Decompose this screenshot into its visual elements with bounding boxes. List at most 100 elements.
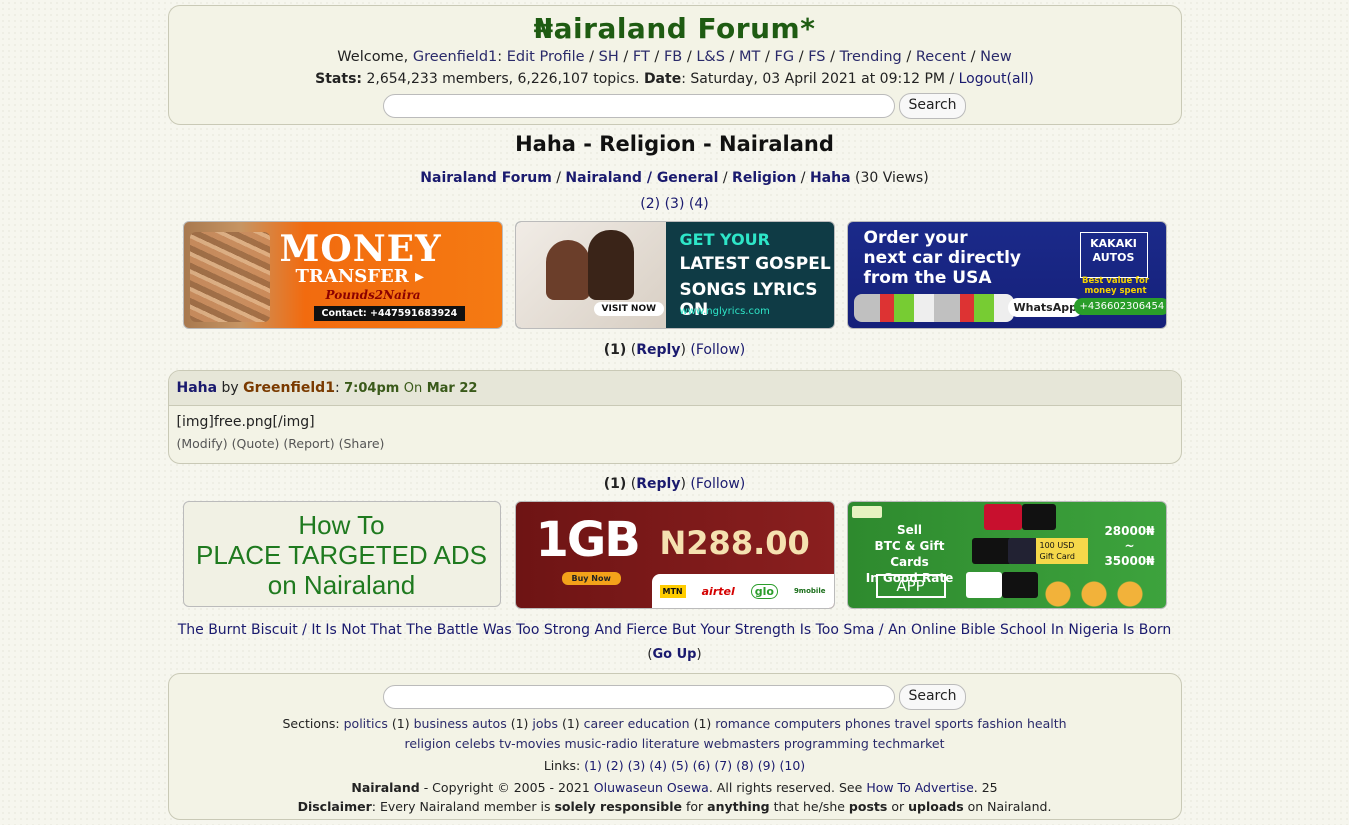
ad-money-transfer[interactable]: MONEY TRANSFER ▸ Pounds2Naira Contact: +…	[182, 221, 503, 329]
site-logo[interactable]: ₦airaland Forum*	[169, 12, 1181, 45]
nav-edit-profile[interactable]: Edit Profile	[507, 49, 585, 65]
welcome-prefix: Welcome,	[337, 49, 409, 65]
post-title-link[interactable]: Haha	[177, 380, 218, 396]
footer-link-2[interactable]: (2)	[606, 758, 624, 773]
section-techmarket[interactable]: techmarket	[873, 736, 945, 751]
section-music-radio[interactable]: music-radio	[564, 736, 637, 751]
section-jobs[interactable]: jobs	[532, 716, 558, 731]
network-airtel: airtel	[701, 584, 735, 598]
ad-gospel-lyrics[interactable]: VISIT NOW GET YOUR LATEST GOSPEL SONGS L…	[514, 221, 835, 329]
follow-link-bottom[interactable]: (Follow)	[690, 476, 745, 492]
nav-fb[interactable]: FB	[664, 49, 682, 65]
section-travel[interactable]: travel	[895, 716, 931, 731]
section-education[interactable]: education	[628, 716, 690, 731]
nav-new[interactable]: New	[980, 49, 1012, 65]
section-sports[interactable]: sports	[935, 716, 974, 731]
footer-link-3[interactable]: (3)	[628, 758, 646, 773]
breadcrumb-topic[interactable]: Haha	[810, 170, 851, 186]
ad-kakaki-line2: next car directly	[863, 248, 1022, 268]
advertise-link[interactable]: How To Advertise	[866, 780, 973, 795]
reply-row-top: (1) (Reply) (Follow)	[603, 342, 746, 358]
post-box: Haha by Greenfield1: 7:04pm On Mar 22 [i…	[167, 370, 1182, 464]
related-topic-2[interactable]: It Is Not That The Battle Was Too Strong…	[311, 622, 874, 638]
post-author-link[interactable]: Greenfield1	[243, 380, 335, 396]
breadcrumb: Nairaland Forum / Nairaland / General / …	[420, 170, 929, 186]
nav-fs[interactable]: FS	[808, 49, 825, 65]
page-link-2[interactable]: (2)	[640, 196, 660, 212]
disclaimer-text: or	[891, 799, 905, 814]
ad-kakaki-autos[interactable]: Order your next car directly from the US…	[846, 221, 1167, 329]
nav-ft[interactable]: FT	[633, 49, 650, 65]
reply-link-bottom[interactable]: Reply	[636, 476, 680, 492]
footer-link-7[interactable]: (7)	[714, 758, 732, 773]
page-link-4[interactable]: (4)	[689, 196, 709, 212]
disclaimer-text: for	[685, 799, 704, 814]
section-politics[interactable]: politics	[344, 716, 388, 731]
ad-money-contact: Contact: +447591683924	[313, 306, 466, 321]
nav-trending[interactable]: Trending	[840, 49, 902, 65]
section-health[interactable]: health	[1027, 716, 1067, 731]
logout-all-link[interactable]: (all)	[1007, 71, 1034, 87]
related-topic-1[interactable]: The Burnt Biscuit	[178, 622, 298, 638]
copyright-owner-link[interactable]: Oluwaseun Osewa	[594, 780, 709, 795]
header-search-input[interactable]	[383, 94, 896, 118]
ad-place-targeted[interactable]: How To PLACE TARGETED ADS on Nairaland	[182, 501, 501, 607]
section-religion[interactable]: religion	[404, 736, 450, 751]
section-programming[interactable]: programming	[784, 736, 869, 751]
nav-fg[interactable]: FG	[775, 49, 795, 65]
btc-app-button: APP	[875, 574, 946, 598]
footer-link-4[interactable]: (4)	[649, 758, 667, 773]
ad-btc-giftcards[interactable]: Sell BTC & Gift Cards In Good Rate APP 1…	[846, 501, 1167, 609]
nav-mt[interactable]: MT	[739, 49, 760, 65]
section-tv-movies[interactable]: tv-movies	[499, 736, 560, 751]
section-phones[interactable]: phones	[845, 716, 891, 731]
post-share-link[interactable]: (Share)	[339, 436, 385, 451]
section-business[interactable]: business	[414, 716, 468, 731]
footer-link-5[interactable]: (5)	[671, 758, 689, 773]
post-report-link[interactable]: (Report)	[283, 436, 334, 451]
follow-link-top[interactable]: (Follow)	[690, 342, 745, 358]
nav-recent[interactable]: Recent	[916, 49, 966, 65]
section-autos[interactable]: autos	[472, 716, 507, 731]
sections-label: Sections:	[282, 716, 340, 731]
footer-box: Search Sections: politics (1) business a…	[167, 673, 1182, 820]
post-quote-link[interactable]: (Quote)	[232, 436, 280, 451]
section-celebs[interactable]: celebs	[455, 736, 495, 751]
post-on: On	[403, 381, 423, 396]
post-modify-link[interactable]: (Modify)	[177, 436, 228, 451]
logout-link[interactable]: Logout	[959, 71, 1007, 87]
footer-search-input[interactable]	[383, 685, 896, 709]
footer-search-button[interactable]: Search	[899, 684, 966, 710]
footer-link-8[interactable]: (8)	[736, 758, 754, 773]
nav-ls[interactable]: L&S	[696, 49, 725, 65]
header-search-button[interactable]: Search	[899, 93, 966, 119]
section-computers[interactable]: computers	[774, 716, 841, 731]
nav-sh[interactable]: SH	[599, 49, 619, 65]
page-link-3[interactable]: (3)	[665, 196, 685, 212]
footer-link-9[interactable]: (9)	[758, 758, 776, 773]
copyright: Nairaland - Copyright © 2005 - 2021 Oluw…	[169, 778, 1181, 798]
bitcoin-coins	[1033, 580, 1154, 608]
section-fashion[interactable]: fashion	[977, 716, 1023, 731]
reply-page-num-bottom: (1)	[603, 476, 627, 492]
links-label: Links:	[543, 758, 581, 773]
network-mtn: MTN	[659, 584, 686, 598]
section-romance[interactable]: romance	[715, 716, 770, 731]
section-career[interactable]: career	[584, 716, 624, 731]
footer-link-1[interactable]: (1)	[584, 758, 602, 773]
breadcrumb-forum[interactable]: Nairaland Forum	[420, 170, 552, 186]
giftcard-steam-icon	[1007, 538, 1038, 564]
section-literature[interactable]: literature	[642, 736, 700, 751]
reply-link-top[interactable]: Reply	[636, 342, 680, 358]
footer-link-6[interactable]: (6)	[693, 758, 711, 773]
username-link[interactable]: Greenfield1	[413, 49, 497, 65]
footer-link-10[interactable]: (10)	[779, 758, 805, 773]
section-webmasters[interactable]: webmasters	[703, 736, 779, 751]
breadcrumb-general[interactable]: Nairaland / General	[565, 170, 718, 186]
ad-data-bundle[interactable]: 1GB N288.00 Buy Now MTN airtel glo 9mobi…	[514, 501, 835, 609]
disclaimer-bold: anything	[707, 799, 770, 814]
breadcrumb-religion[interactable]: Religion	[732, 170, 796, 186]
related-topic-3[interactable]: An Online Bible School In Nigeria Is Bor…	[888, 622, 1171, 638]
go-up-link[interactable]: Go Up	[653, 647, 697, 662]
reply-row-bottom: (1) (Reply) (Follow)	[603, 476, 746, 492]
